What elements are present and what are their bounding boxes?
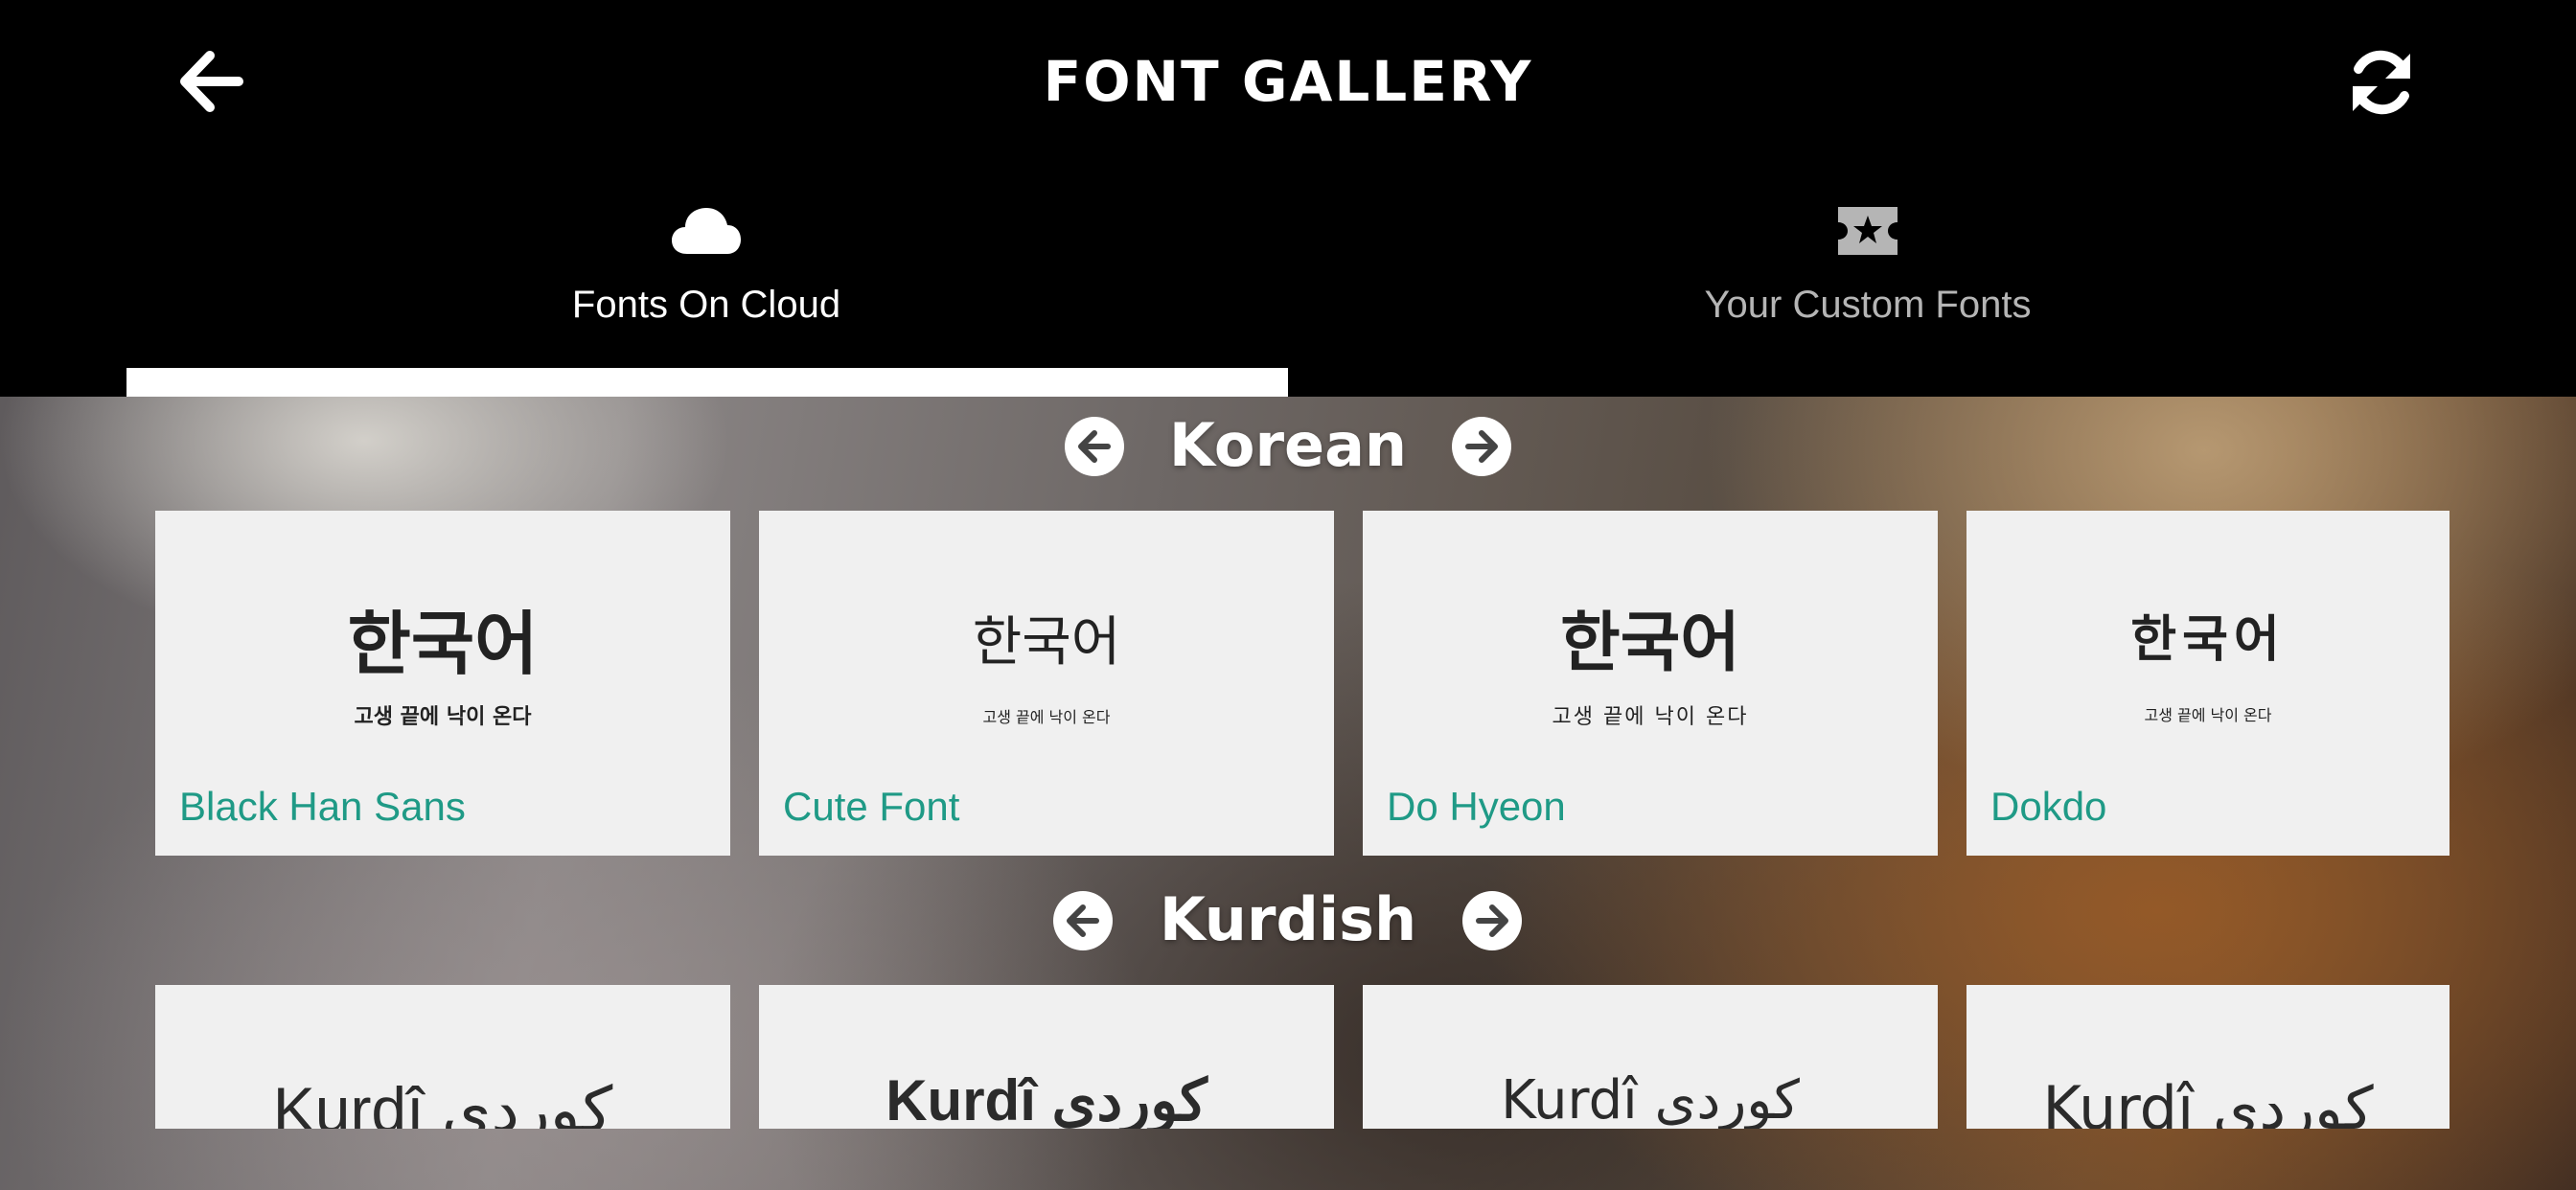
section-title: Korean — [1168, 410, 1408, 480]
font-sample-small: 고생 끝에 낙이 온다 — [1552, 705, 1749, 729]
tab-label: Your Custom Fonts — [1704, 284, 2032, 326]
font-card-do-hyeon[interactable]: 한국어 고생 끝에 낙이 온다 Do Hyeon — [1363, 511, 1938, 856]
font-card-black-han-sans[interactable]: 한국어 고생 끝에 낙이 온다 Black Han Sans — [155, 511, 730, 856]
section-title: Kurdish — [1159, 884, 1417, 954]
next-language-button[interactable] — [1462, 891, 1522, 950]
font-sample-small: 고생 끝에 낙이 온다 — [2144, 706, 2272, 724]
font-sample: Kurdî كوردى — [886, 1068, 1208, 1129]
font-name: Do Hyeon — [1387, 784, 1566, 829]
next-language-button[interactable] — [1452, 417, 1511, 476]
cloud-icon — [672, 208, 741, 254]
font-name: Cute Font — [783, 784, 960, 829]
font-card-kurdish-4[interactable]: Kurdî كوردى — [1966, 985, 2450, 1129]
font-sample-small: 고생 끝에 낙이 온다 — [354, 705, 532, 729]
section-header-korean: Korean — [0, 402, 2576, 489]
refresh-button[interactable] — [2329, 34, 2434, 130]
font-sample: Kurdî كوردى — [272, 1074, 613, 1129]
font-card-cute-font[interactable]: 한국어 고생 끝에 낙이 온다 Cute Font — [759, 511, 1334, 856]
tab-label: Fonts On Cloud — [571, 284, 841, 326]
page-title: FONT GALLERY — [1043, 49, 1533, 114]
font-card-dokdo[interactable]: 한국어 고생 끝에 낙이 온다 Dokdo — [1966, 511, 2450, 856]
arrow-right-icon — [1476, 904, 1508, 937]
tab-fonts-on-cloud[interactable]: Fonts On Cloud — [126, 182, 1286, 397]
font-sample-large: 한국어 — [1560, 606, 1740, 681]
font-sample-large: 한국어 — [972, 611, 1121, 674]
section-header-kurdish: Kurdish — [0, 877, 2576, 963]
refresh-icon — [2353, 50, 2410, 115]
font-sample-large: 한국어 — [2130, 611, 2286, 669]
app-header: FONT GALLERY Fonts On Cloud Your Custom … — [0, 0, 2576, 397]
ticket-star-icon — [1838, 207, 1898, 255]
font-sample: Kurdî كوردى — [2042, 1073, 2374, 1129]
font-card-kurdish-3[interactable]: Kurdî كوردى — [1363, 985, 1938, 1129]
font-sample-small: 고생 끝에 낙이 온다 — [982, 708, 1111, 726]
font-name: Black Han Sans — [179, 784, 466, 829]
tab-your-custom-fonts[interactable]: Your Custom Fonts — [1288, 182, 2448, 397]
font-sample-large: 한국어 — [347, 604, 539, 684]
font-name: Dokdo — [1990, 784, 2107, 829]
font-card-kurdish-1[interactable]: Kurdî كوردى — [155, 985, 730, 1129]
font-sample: Kurdî كوردى — [1501, 1069, 1800, 1129]
selected-tab-indicator — [126, 368, 1288, 397]
arrow-right-icon — [1465, 430, 1498, 463]
font-card-kurdish-2[interactable]: Kurdî كوردى — [759, 985, 1334, 1129]
